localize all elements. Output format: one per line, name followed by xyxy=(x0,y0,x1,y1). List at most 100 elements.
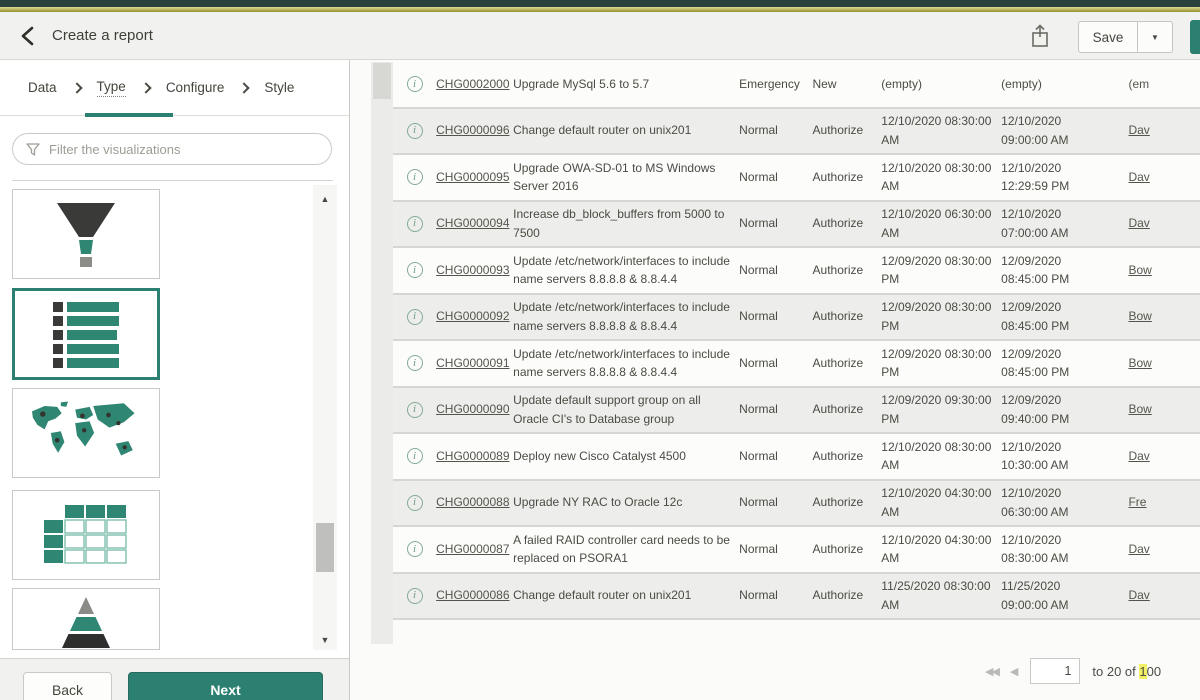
table-row[interactable]: CHG0000092 Update /etc/network/interface… xyxy=(393,295,1200,342)
wizard-breadcrumb: Data Type Configure Style xyxy=(0,60,349,116)
info-icon[interactable] xyxy=(407,169,423,185)
viz-funnel-thumbnail[interactable] xyxy=(12,189,160,279)
share-icon[interactable] xyxy=(1028,23,1052,51)
viz-pyramid-thumbnail[interactable] xyxy=(12,588,160,650)
scroll-up-icon[interactable] xyxy=(313,189,337,205)
back-button[interactable]: Back xyxy=(23,672,112,700)
change-number-link[interactable]: CHG0000092 xyxy=(436,309,509,323)
table-scrollbar[interactable] xyxy=(371,62,393,644)
state-cell: Authorize xyxy=(813,354,882,373)
pagination-range-text: to 20 of 100 xyxy=(1092,664,1161,679)
info-icon[interactable] xyxy=(407,309,423,325)
wizard-step-style[interactable]: Style xyxy=(264,80,294,95)
table-row[interactable]: CHG0000094 Increase db_block_buffers fro… xyxy=(393,202,1200,249)
info-icon[interactable] xyxy=(407,402,423,418)
assigned-to-link[interactable]: Bow xyxy=(1128,309,1151,323)
results-table: CHG0002000 Upgrade MySql 5.6 to 5.7 Emer… xyxy=(393,62,1200,620)
info-icon[interactable] xyxy=(407,216,423,232)
change-number-link[interactable]: CHG0000089 xyxy=(436,449,509,463)
state-cell: Authorize xyxy=(813,168,882,187)
assigned-to-link[interactable]: Dav xyxy=(1128,542,1149,556)
info-icon[interactable] xyxy=(407,495,423,511)
save-button[interactable]: Save xyxy=(1078,21,1138,53)
end-date-cell: 12/09/2020 08:45:00 PM xyxy=(1001,345,1116,382)
wizard-step-configure[interactable]: Configure xyxy=(166,80,225,95)
assigned-to-link[interactable]: Dav xyxy=(1128,449,1149,463)
save-menu-chevron-down-icon[interactable] xyxy=(1138,21,1173,53)
assigned-to-link[interactable]: Bow xyxy=(1128,263,1151,277)
info-icon[interactable] xyxy=(407,123,423,139)
change-number-link[interactable]: CHG0000087 xyxy=(436,542,509,556)
table-scrollbar-thumb[interactable] xyxy=(373,63,391,99)
info-icon[interactable] xyxy=(407,541,423,557)
end-date-cell: 12/10/2020 10:30:00 AM xyxy=(1001,438,1116,475)
assigned-to-link[interactable]: Dav xyxy=(1128,588,1149,602)
page-number-input[interactable] xyxy=(1030,658,1080,684)
next-button[interactable]: Next xyxy=(128,672,323,700)
breadcrumb-chevron-icon xyxy=(239,82,250,93)
change-number-link[interactable]: CHG0002000 xyxy=(436,77,509,91)
app-header: Create a report Save xyxy=(0,12,1200,60)
info-icon[interactable] xyxy=(407,448,423,464)
change-number-link[interactable]: CHG0000096 xyxy=(436,123,509,137)
table-row[interactable]: CHG0000090 Update default support group … xyxy=(393,388,1200,435)
short-description-cell: A failed RAID controller card needs to b… xyxy=(513,531,739,568)
info-icon[interactable] xyxy=(407,588,423,604)
info-icon[interactable] xyxy=(407,76,423,92)
wizard-step-type[interactable]: Type xyxy=(97,79,126,97)
table-row[interactable]: CHG0002000 Upgrade MySql 5.6 to 5.7 Emer… xyxy=(393,62,1200,109)
highlighted-digit: 1 xyxy=(1139,664,1146,679)
previous-page-chevron-left-icon[interactable] xyxy=(1010,665,1018,678)
type-cell: Normal xyxy=(739,447,812,466)
state-cell: New xyxy=(813,75,882,94)
run-button-partial[interactable] xyxy=(1190,20,1200,54)
viz-world-map-thumbnail[interactable] xyxy=(12,388,160,478)
funnel-chart-icon xyxy=(31,195,141,273)
table-row[interactable]: CHG0000095 Upgrade OWA-SD-01 to MS Windo… xyxy=(393,155,1200,202)
assigned-to-link[interactable]: Fre xyxy=(1128,495,1146,509)
viz-list-scrollbar[interactable] xyxy=(313,185,337,650)
state-cell: Authorize xyxy=(813,447,882,466)
assigned-to-link[interactable]: Dav xyxy=(1128,170,1149,184)
table-row[interactable]: CHG0000088 Upgrade NY RAC to Oracle 12c … xyxy=(393,481,1200,528)
assigned-to-link[interactable]: Dav xyxy=(1128,216,1149,230)
scroll-down-icon[interactable] xyxy=(313,630,337,646)
assigned-to-link[interactable]: Dav xyxy=(1128,123,1149,137)
wizard-step-data[interactable]: Data xyxy=(28,80,57,95)
end-date-cell: 12/09/2020 08:45:00 PM xyxy=(1001,298,1116,335)
change-number-link[interactable]: CHG0000094 xyxy=(436,216,509,230)
info-icon[interactable] xyxy=(407,262,423,278)
type-cell: Normal xyxy=(739,400,812,419)
end-date-cell: 12/09/2020 09:40:00 PM xyxy=(1001,391,1116,428)
assigned-to-link[interactable]: (em xyxy=(1128,77,1149,91)
back-arrow-icon[interactable] xyxy=(18,25,40,47)
table-row[interactable]: CHG0000086 Change default router on unix… xyxy=(393,574,1200,621)
assigned-to-link[interactable]: Bow xyxy=(1128,356,1151,370)
short-description-cell: Deploy new Cisco Catalyst 4500 xyxy=(513,447,739,466)
table-row[interactable]: CHG0000096 Change default router on unix… xyxy=(393,109,1200,156)
assigned-to-link[interactable]: Bow xyxy=(1128,402,1151,416)
table-row[interactable]: CHG0000091 Update /etc/network/interface… xyxy=(393,341,1200,388)
change-number-link[interactable]: CHG0000088 xyxy=(436,495,509,509)
table-row[interactable]: CHG0000087 A failed RAID controller card… xyxy=(393,527,1200,574)
first-page-double-chevron-left-icon[interactable] xyxy=(985,665,998,678)
filter-visualizations-input[interactable] xyxy=(49,142,331,157)
state-cell: Authorize xyxy=(813,261,882,280)
start-date-cell: 12/09/2020 08:30:00 PM xyxy=(881,252,1001,289)
end-date-cell: 12/09/2020 08:45:00 PM xyxy=(1001,252,1116,289)
info-icon[interactable] xyxy=(407,355,423,371)
start-date-cell: 12/10/2020 08:30:00 AM xyxy=(881,159,1001,196)
table-row[interactable]: CHG0000089 Deploy new Cisco Catalyst 450… xyxy=(393,434,1200,481)
change-number-link[interactable]: CHG0000095 xyxy=(436,170,509,184)
table-row[interactable]: CHG0000093 Update /etc/network/interface… xyxy=(393,248,1200,295)
viz-heatmap-table-thumbnail[interactable] xyxy=(12,490,160,580)
end-date-cell: 12/10/2020 08:30:00 AM xyxy=(1001,531,1116,568)
change-number-link[interactable]: CHG0000091 xyxy=(436,356,509,370)
short-description-cell: Update default support group on all Orac… xyxy=(513,391,739,428)
list-divider xyxy=(12,180,333,181)
scrollbar-thumb[interactable] xyxy=(316,523,334,572)
change-number-link[interactable]: CHG0000093 xyxy=(436,263,509,277)
viz-list-thumbnail[interactable] xyxy=(12,288,160,380)
change-number-link[interactable]: CHG0000090 xyxy=(436,402,509,416)
change-number-link[interactable]: CHG0000086 xyxy=(436,588,509,602)
